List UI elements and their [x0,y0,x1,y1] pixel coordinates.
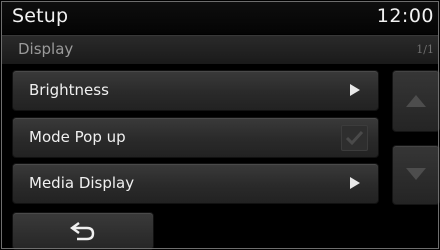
checkmark-icon [345,130,364,146]
menu-item-media-display[interactable]: Media Display [12,163,379,204]
section-header: Display 1/1 [2,35,438,64]
arrow-right-icon [350,84,360,96]
menu-item-label: Brightness [29,81,109,99]
scroll-up-button[interactable] [392,70,440,132]
menu-item-label: Media Display [29,174,135,192]
back-arrow-icon [70,222,95,241]
triangle-down-icon [406,168,426,180]
checkbox[interactable] [341,125,368,151]
title-bar: Setup 12:00 [2,2,438,34]
menu-item-brightness[interactable]: Brightness [12,70,379,111]
menu-item-label: Mode Pop up [29,128,126,146]
scroll-down-button[interactable] [392,145,440,205]
screen-title: Setup [12,5,69,27]
triangle-up-icon [406,95,426,107]
menu-item-mode-pop-up[interactable]: Mode Pop up [12,117,379,158]
back-button[interactable] [12,212,154,250]
clock: 12:00 [376,5,434,27]
arrow-right-icon [350,177,360,189]
page-indicator: 1/1 [416,43,434,56]
setup-screen: Setup 12:00 Display 1/1 Brightness Mode … [0,0,440,250]
section-title: Display [18,40,74,58]
